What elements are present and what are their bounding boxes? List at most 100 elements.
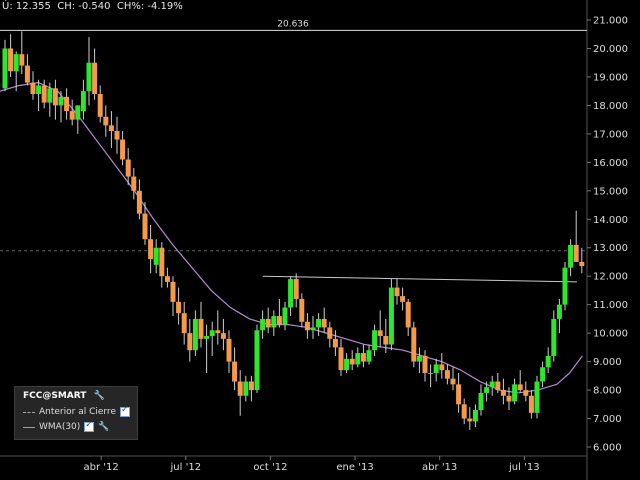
candle-down: [321, 318, 327, 328]
candle-down: [394, 287, 400, 297]
candle-up: [472, 409, 478, 422]
candle-down: [170, 281, 176, 302]
candle-down: [131, 176, 137, 191]
candle-up: [484, 387, 490, 393]
candle-down: [187, 333, 193, 351]
y-tick-label: 7.000: [593, 414, 622, 425]
legend-title: FCC@SMART: [23, 391, 87, 401]
candle-up: [388, 287, 394, 345]
candle-up: [80, 91, 86, 112]
candle-up: [433, 364, 439, 373]
candle-down: [159, 247, 165, 277]
candle-down: [276, 316, 282, 325]
candle-down: [108, 125, 114, 132]
candle-up: [428, 372, 434, 374]
y-tick-label: 19.000: [593, 72, 628, 83]
candle-down: [52, 88, 58, 106]
candle-up: [556, 304, 562, 319]
y-tick-label: 15.000: [593, 186, 628, 197]
candle-down: [338, 347, 344, 371]
x-tick-label: ene '13: [336, 462, 373, 473]
candle-down: [215, 330, 221, 334]
wrench-icon[interactable]: 🔧: [98, 422, 109, 432]
legend-item-label: WMA(30): [39, 422, 81, 432]
candle-down: [450, 378, 456, 385]
candle-down: [148, 239, 154, 260]
candle-up: [489, 381, 495, 388]
candle-down: [30, 82, 36, 95]
candle-up: [416, 355, 422, 362]
y-tick-label: 11.000: [593, 300, 628, 311]
candle-down: [97, 94, 103, 117]
candle-down: [293, 279, 299, 299]
candle-up: [209, 330, 215, 336]
candle-up: [534, 381, 540, 413]
candle-down: [523, 390, 529, 396]
candle-up: [36, 85, 42, 95]
price-status-readout: Ú: 12.355 CH: -0.540 CH%: -4.19%: [2, 1, 183, 12]
legend-item-previous-close[interactable]: Anterior al Cierre: [23, 405, 130, 418]
dashed-line-swatch: [23, 411, 35, 413]
candle-down: [506, 395, 512, 402]
previous-close-checkbox[interactable]: [119, 405, 130, 417]
candle-up: [316, 318, 322, 328]
candle-down: [232, 361, 238, 382]
y-tick-label: 13.000: [593, 243, 628, 254]
candle-down: [467, 418, 473, 422]
candle-down: [299, 298, 305, 322]
candle-down: [377, 330, 383, 336]
candle-down: [349, 358, 355, 365]
chart-legend[interactable]: FCC@SMART 🔧 Anterior al Cierre WMA(30) 🔧: [14, 386, 138, 440]
candle-down: [125, 159, 131, 177]
candle-down: [573, 244, 579, 262]
candle-down: [64, 96, 70, 112]
y-tick-label: 20.000: [593, 44, 628, 55]
x-tick-label: abr '13: [422, 462, 457, 473]
candle-up: [540, 367, 546, 382]
candle-down: [120, 139, 126, 160]
candle-down: [176, 301, 182, 314]
high-line-label: 20.636: [277, 19, 309, 29]
candle-down: [114, 131, 120, 140]
candle-down: [24, 65, 30, 83]
candle-down: [136, 190, 142, 214]
candle-down: [500, 390, 506, 396]
candle-down: [456, 384, 462, 405]
candle-up: [254, 330, 260, 391]
wrench-icon[interactable]: 🔧: [94, 391, 105, 401]
candle-down: [517, 384, 523, 391]
candle-up: [58, 96, 64, 106]
x-tick-label: jul '13: [508, 462, 540, 473]
candle-down: [164, 276, 170, 282]
candle-down: [400, 296, 406, 302]
candle-down: [411, 327, 417, 362]
candle-up: [551, 318, 557, 356]
wma-checkbox[interactable]: [84, 420, 95, 432]
candle-down: [103, 116, 109, 126]
candle-up: [355, 353, 361, 365]
x-tick-label: abr '12: [84, 462, 119, 473]
candle-up: [2, 48, 8, 89]
candle-down: [8, 48, 14, 72]
candle-up: [344, 358, 350, 371]
candle-up: [282, 307, 288, 325]
candle-down: [220, 333, 226, 339]
legend-item-wma[interactable]: WMA(30) 🔧: [23, 420, 110, 433]
candle-up: [310, 327, 316, 331]
candle-up: [86, 62, 92, 92]
candle-down: [439, 364, 445, 371]
candle-up: [260, 318, 266, 331]
candle-up: [545, 355, 551, 368]
candle-down: [237, 381, 243, 396]
candle-up: [271, 316, 277, 328]
y-tick-label: 18.000: [593, 101, 628, 112]
candle-up: [478, 392, 484, 410]
candle-up: [204, 335, 210, 339]
candle-down: [304, 321, 310, 331]
y-tick-label: 14.000: [593, 215, 628, 226]
candle-up: [512, 384, 518, 402]
y-tick-label: 21.000: [593, 16, 628, 27]
y-tick-label: 8.000: [593, 386, 622, 397]
candle-down: [327, 327, 333, 339]
candle-up: [562, 267, 568, 305]
